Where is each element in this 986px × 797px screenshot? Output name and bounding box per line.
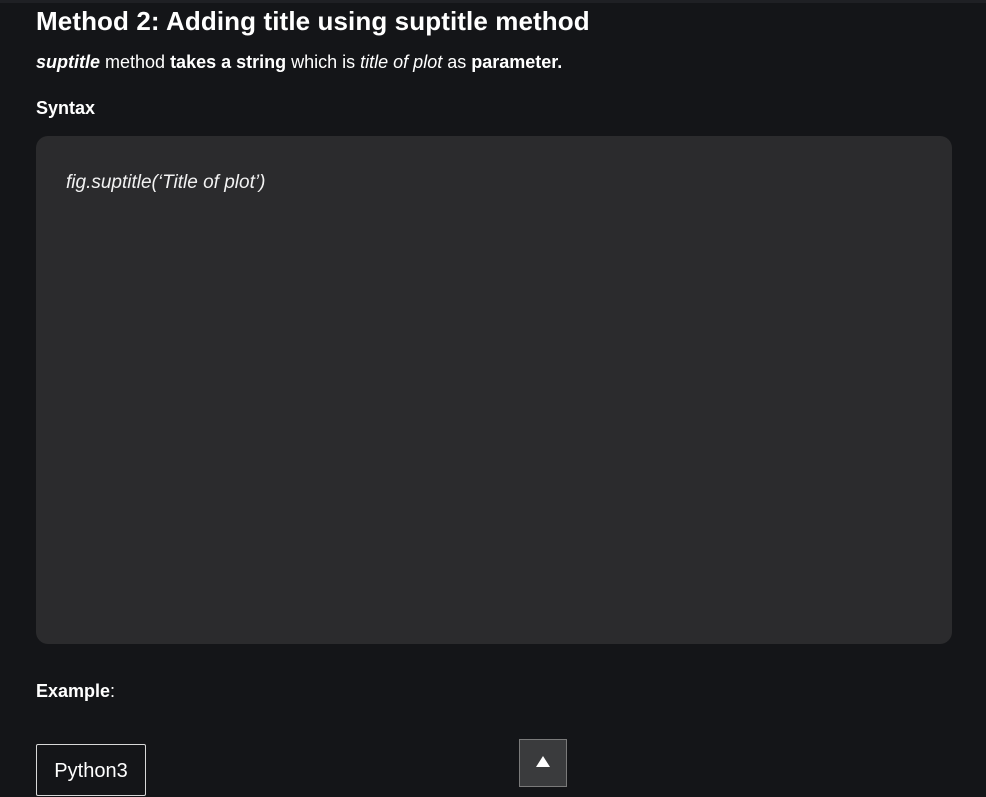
intro-bold-2: parameter. — [471, 52, 563, 72]
arrow-up-icon — [536, 755, 550, 767]
method-name: suptitle — [36, 52, 101, 72]
intro-text-2: which is — [286, 52, 361, 72]
code-language-tab[interactable]: Python3 — [36, 744, 146, 796]
example-label-text: Example — [36, 681, 111, 701]
intro-text-1: method — [100, 52, 171, 72]
scroll-to-top-button[interactable] — [519, 739, 567, 787]
article-content: Method 2: Adding title using suptitle me… — [0, 0, 986, 796]
example-label-colon: : — [110, 681, 116, 701]
syntax-code-text: fig.suptitle(‘Title of plot’) — [66, 172, 266, 193]
example-label: Example: — [36, 679, 115, 703]
intro-bold-1: takes a string — [170, 52, 287, 72]
syntax-code-block: fig.suptitle(‘Title of plot’) — [36, 136, 952, 644]
intro-italic-1: title of plot — [360, 52, 443, 72]
syntax-label: Syntax — [36, 98, 96, 118]
section-heading: Method 2: Adding title using suptitle me… — [36, 6, 590, 36]
method-description: suptitle method takes a string which is … — [36, 50, 562, 74]
intro-text-3: as — [442, 52, 472, 72]
code-language-tab-label: Python3 — [54, 760, 128, 782]
